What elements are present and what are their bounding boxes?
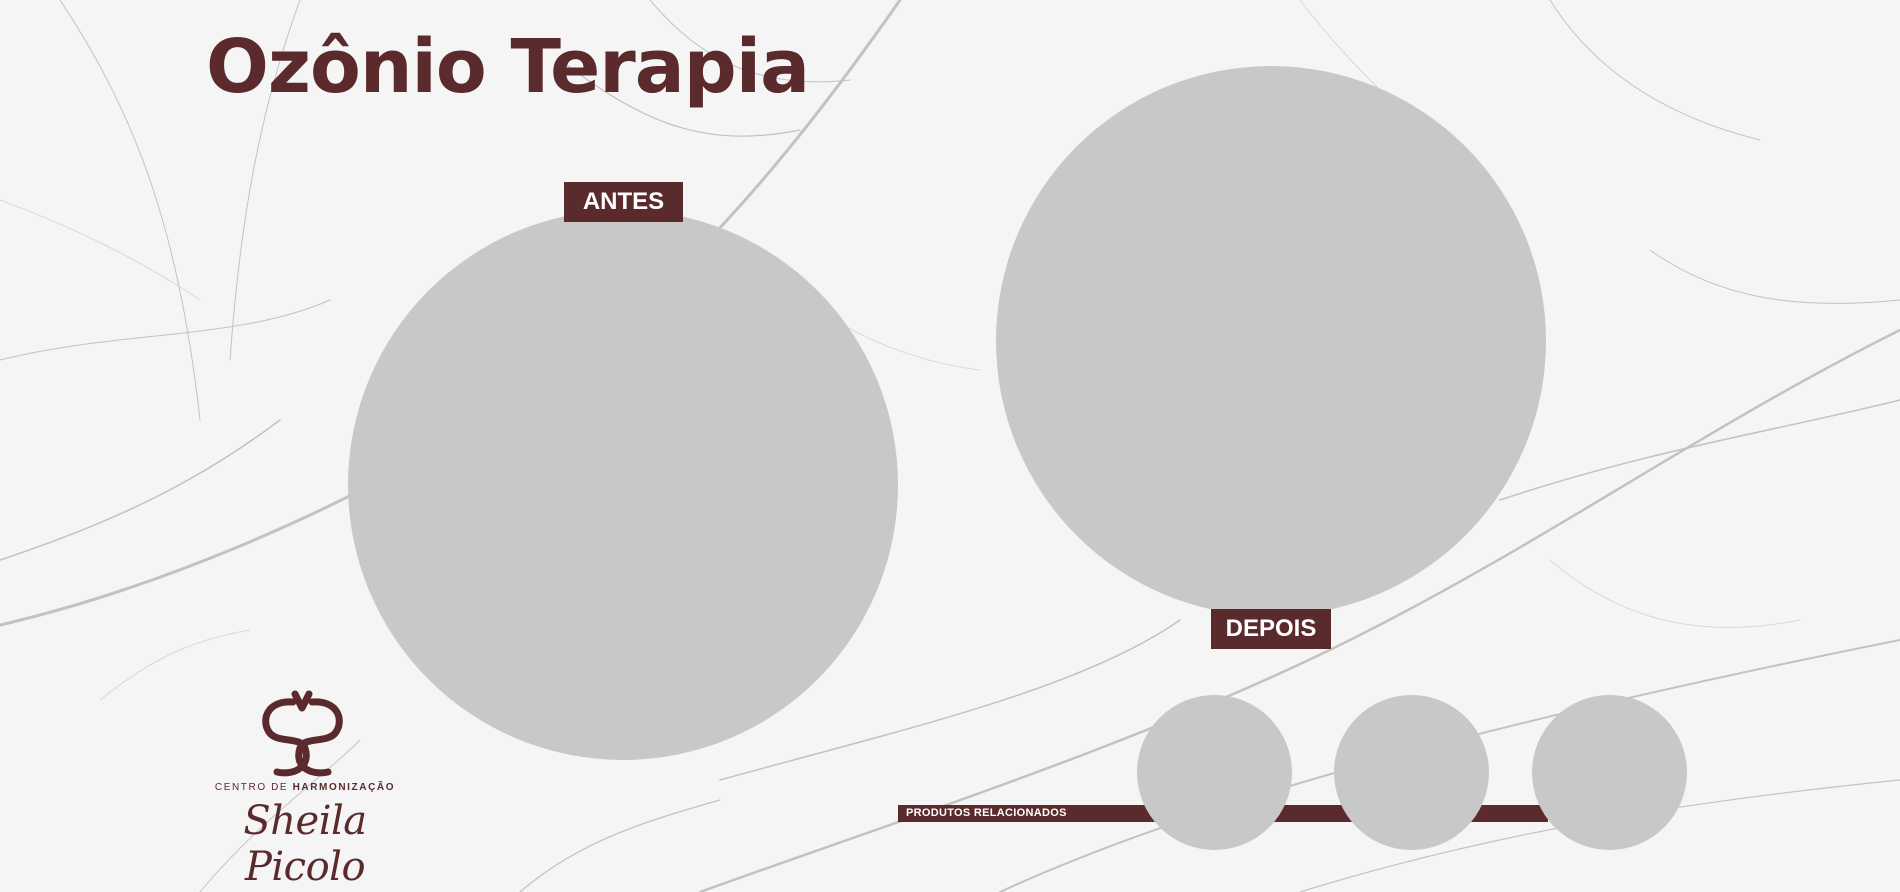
brand-logo: CENTRO DE HARMONIZAÇÃO Sheila Picolo bbox=[200, 690, 410, 890]
related-product-1 bbox=[1137, 695, 1292, 850]
before-label: ANTES bbox=[564, 182, 683, 222]
logo-subtitle-prefix: CENTRO DE bbox=[214, 782, 293, 793]
canvas: Ozônio Terapia ANTES DEPOIS PRODUTOS REL… bbox=[0, 0, 1900, 892]
page-title: Ozônio Terapia bbox=[206, 24, 810, 110]
after-label: DEPOIS bbox=[1211, 609, 1331, 649]
related-product-2 bbox=[1334, 695, 1489, 850]
logo-signature: Sheila Picolo bbox=[243, 798, 367, 890]
related-product-3 bbox=[1532, 695, 1687, 850]
logo-subtitle: CENTRO DE HARMONIZAÇÃO bbox=[200, 782, 410, 793]
logo-subtitle-strong: HARMONIZAÇÃO bbox=[292, 782, 396, 793]
lotus-s-monogram-icon bbox=[262, 690, 343, 777]
after-photo-placeholder bbox=[996, 66, 1546, 616]
related-products-label: PRODUTOS RELACIONADOS bbox=[906, 807, 1067, 819]
before-photo-placeholder bbox=[348, 210, 898, 760]
